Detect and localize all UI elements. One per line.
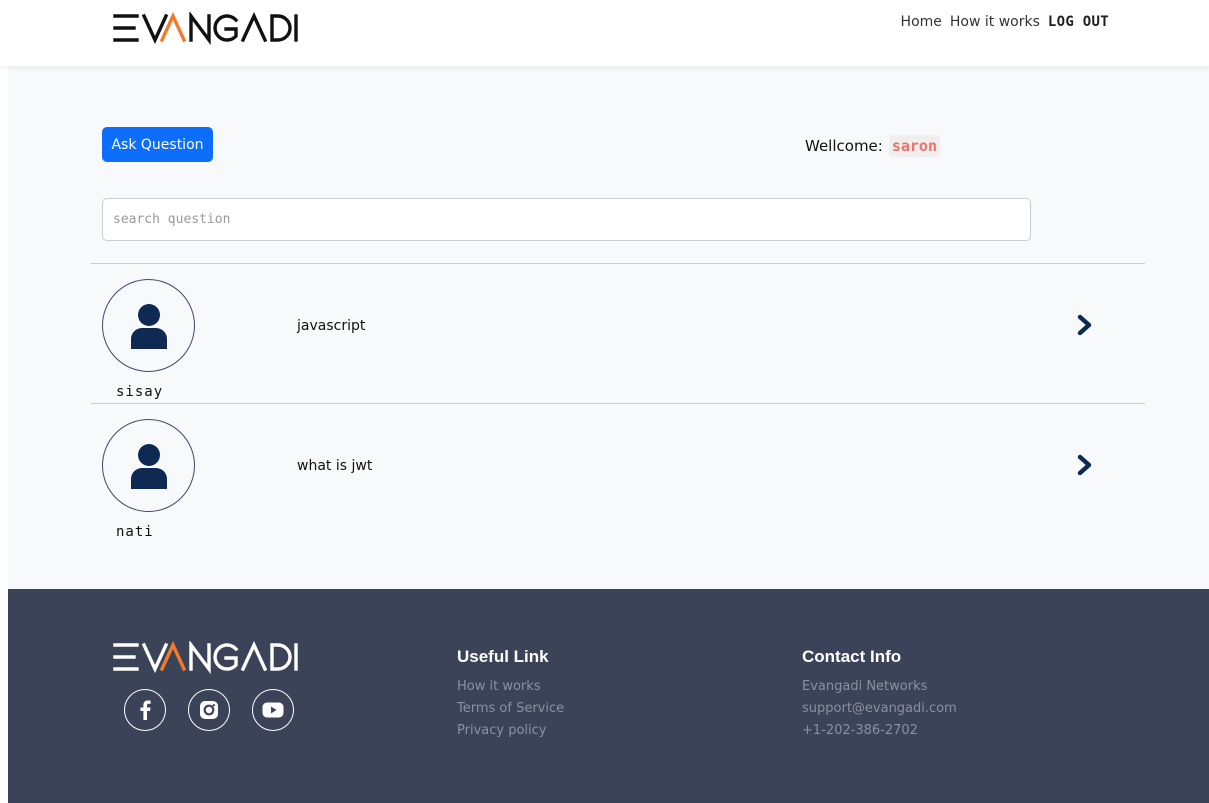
user-avatar xyxy=(102,419,195,512)
contact-company: Evangadi Networks xyxy=(802,679,928,694)
question-author: sisay xyxy=(116,384,164,400)
evangadi-logo[interactable] xyxy=(112,12,300,46)
useful-links-section: Useful Link How it works Terms of Servic… xyxy=(457,647,564,742)
contact-info-section: Contact Info Evangadi Networks support@e… xyxy=(802,647,957,742)
user-avatar xyxy=(102,279,195,372)
question-title[interactable]: javascript xyxy=(297,318,365,334)
footer-link-privacy[interactable]: Privacy policy xyxy=(457,720,564,742)
nav-home[interactable]: Home xyxy=(901,14,942,30)
social-links xyxy=(124,689,316,731)
contact-phone: +1-202-386-2702 xyxy=(802,723,918,738)
logout-button[interactable]: LOG OUT xyxy=(1048,14,1109,30)
evangadi-logo-icon xyxy=(113,641,298,675)
contact-email: support@evangadi.com xyxy=(802,701,957,716)
search-input[interactable] xyxy=(102,198,1031,241)
current-username: saron xyxy=(888,135,940,157)
top-nav: Home How it works LOG OUT xyxy=(893,14,1109,30)
footer-logo[interactable] xyxy=(112,641,300,675)
user-icon xyxy=(130,303,167,349)
question-author: nati xyxy=(116,524,154,540)
site-header: Home How it works LOG OUT xyxy=(0,0,1209,66)
nav-how-it-works[interactable]: How it works xyxy=(950,14,1040,30)
ask-question-button[interactable]: Ask Question xyxy=(102,127,213,162)
youtube-icon[interactable] xyxy=(252,689,294,731)
footer-link-how-it-works[interactable]: How it works xyxy=(457,676,564,698)
questions-page: Ask Question Wellcome: saron sisay javas… xyxy=(8,66,1209,589)
user-icon xyxy=(130,443,167,489)
question-row[interactable]: sisay javascript xyxy=(91,263,1145,403)
welcome-message: Wellcome: saron xyxy=(805,135,940,157)
chevron-right-icon[interactable] xyxy=(1077,454,1093,481)
useful-links-title: Useful Link xyxy=(457,647,549,666)
welcome-label: Wellcome: xyxy=(805,137,883,155)
facebook-icon[interactable] xyxy=(124,689,166,731)
site-footer: Useful Link How it works Terms of Servic… xyxy=(8,589,1209,803)
question-row[interactable]: nati what is jwt xyxy=(91,403,1145,543)
question-list: sisay javascript nati what is jwt xyxy=(91,263,1145,543)
question-title[interactable]: what is jwt xyxy=(297,458,372,474)
footer-link-terms[interactable]: Terms of Service xyxy=(457,698,564,720)
instagram-icon[interactable] xyxy=(188,689,230,731)
evangadi-logo-icon xyxy=(113,12,298,46)
chevron-right-icon[interactable] xyxy=(1077,314,1093,341)
contact-info-title: Contact Info xyxy=(802,647,902,666)
